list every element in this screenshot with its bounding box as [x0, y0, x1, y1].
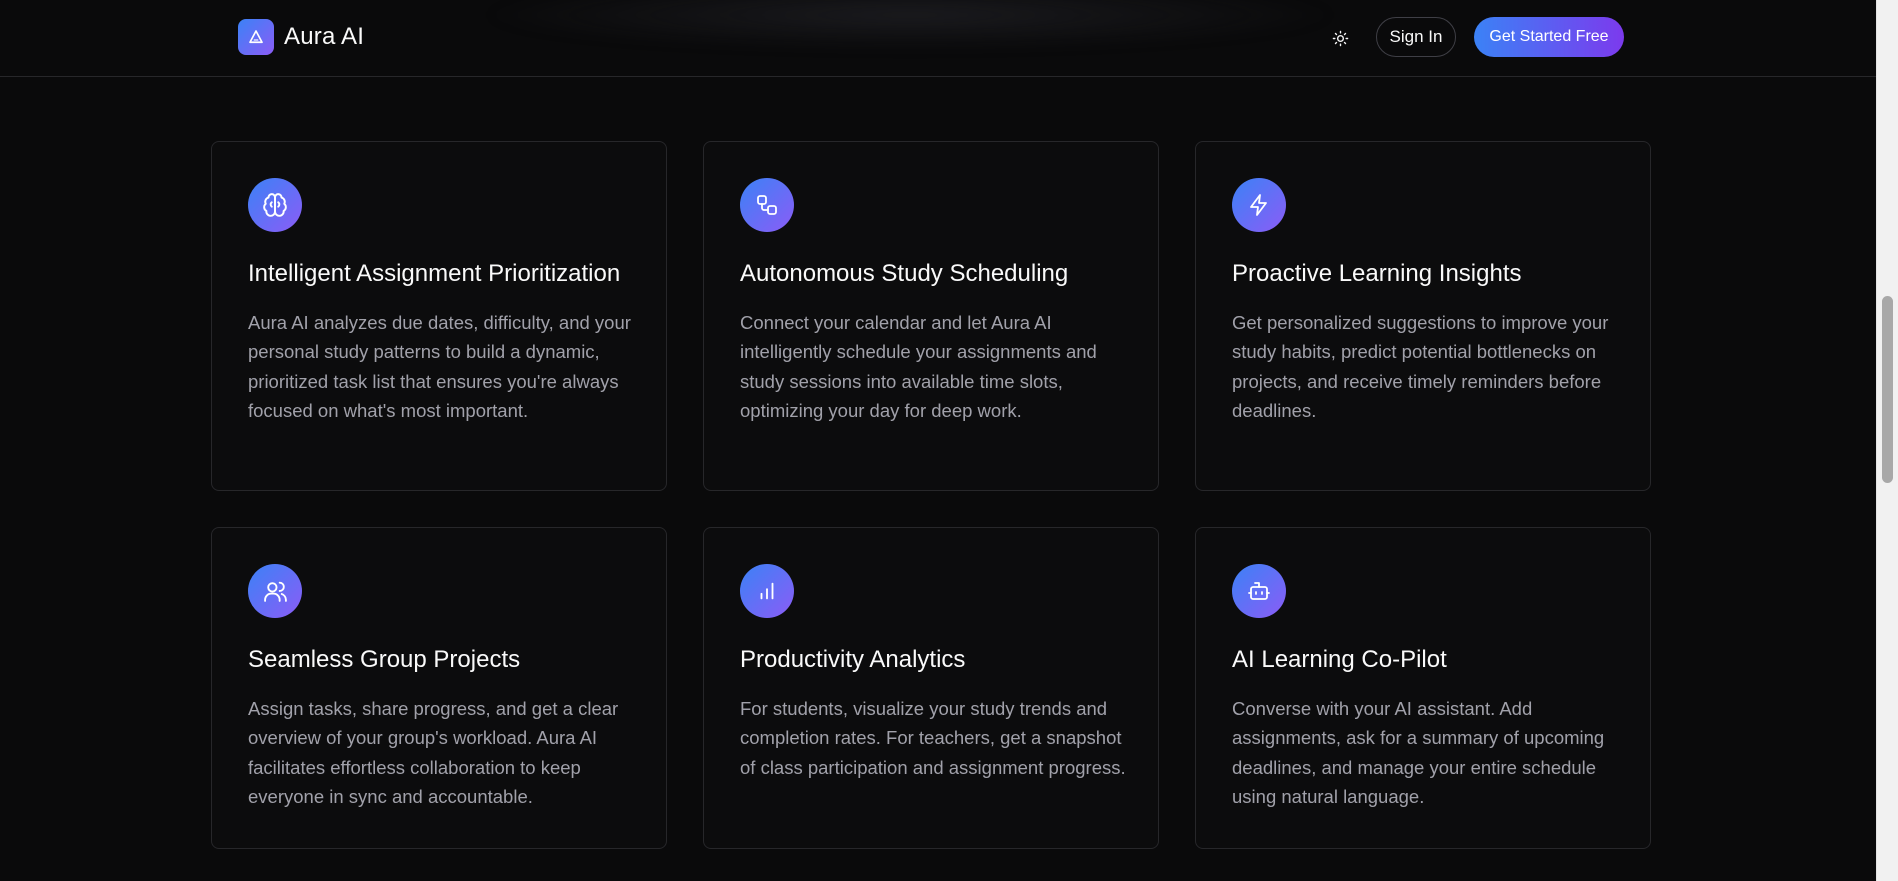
feature-title: Productivity Analytics	[740, 646, 966, 673]
feature-card-insights: Proactive Learning Insights Get personal…	[1195, 141, 1651, 491]
scrollbar-thumb[interactable]	[1882, 296, 1893, 483]
get-started-button[interactable]: Get Started Free	[1474, 17, 1624, 57]
sun-icon	[1332, 30, 1349, 47]
feature-card-group-projects: Seamless Group Projects Assign tasks, sh…	[211, 527, 667, 849]
brand-name: Aura AI	[284, 23, 365, 50]
feature-description: For students, visualize your study trend…	[740, 698, 1126, 778]
feature-description: Get personalized suggestions to improve …	[1232, 312, 1609, 421]
header-glow	[480, 0, 1340, 50]
bot-icon	[1232, 564, 1286, 618]
feature-description: Assign tasks, share progress, and get a …	[248, 698, 619, 807]
feature-title: AI Learning Co-Pilot	[1232, 646, 1447, 673]
feature-title: Autonomous Study Scheduling	[740, 260, 1069, 287]
top-navbar: Aura AI Sign In Get Started Free	[0, 0, 1876, 77]
feature-description: Connect your calendar and let Aura AI in…	[740, 312, 1097, 421]
triangle-logo-icon	[238, 19, 274, 55]
feature-title: Intelligent Assignment Prioritization	[248, 260, 621, 287]
lightning-icon	[1232, 178, 1286, 232]
bar-chart-icon	[740, 564, 794, 618]
vertical-scrollbar[interactable]	[1876, 0, 1898, 881]
feature-card-scheduling: Autonomous Study Scheduling Connect your…	[703, 141, 1159, 491]
sign-in-button[interactable]: Sign In	[1376, 17, 1456, 57]
feature-description: Aura AI analyzes due dates, difficulty, …	[248, 312, 631, 421]
feature-title: Seamless Group Projects	[248, 646, 521, 673]
feature-title: Proactive Learning Insights	[1232, 260, 1522, 287]
feature-description: Converse with your AI assistant. Add ass…	[1232, 698, 1605, 807]
brand[interactable]: Aura AI	[238, 19, 364, 55]
page: Aura AI Sign In Get Started Free Intelli…	[0, 0, 1898, 881]
workflow-icon	[740, 178, 794, 232]
feature-card-copilot: AI Learning Co-Pilot Converse with your …	[1195, 527, 1651, 849]
feature-card-prioritization: Intelligent Assignment Prioritization Au…	[211, 141, 667, 491]
users-icon	[248, 564, 302, 618]
brain-icon	[248, 178, 302, 232]
theme-toggle-button[interactable]	[1326, 24, 1354, 52]
feature-card-analytics: Productivity Analytics For students, vis…	[703, 527, 1159, 849]
